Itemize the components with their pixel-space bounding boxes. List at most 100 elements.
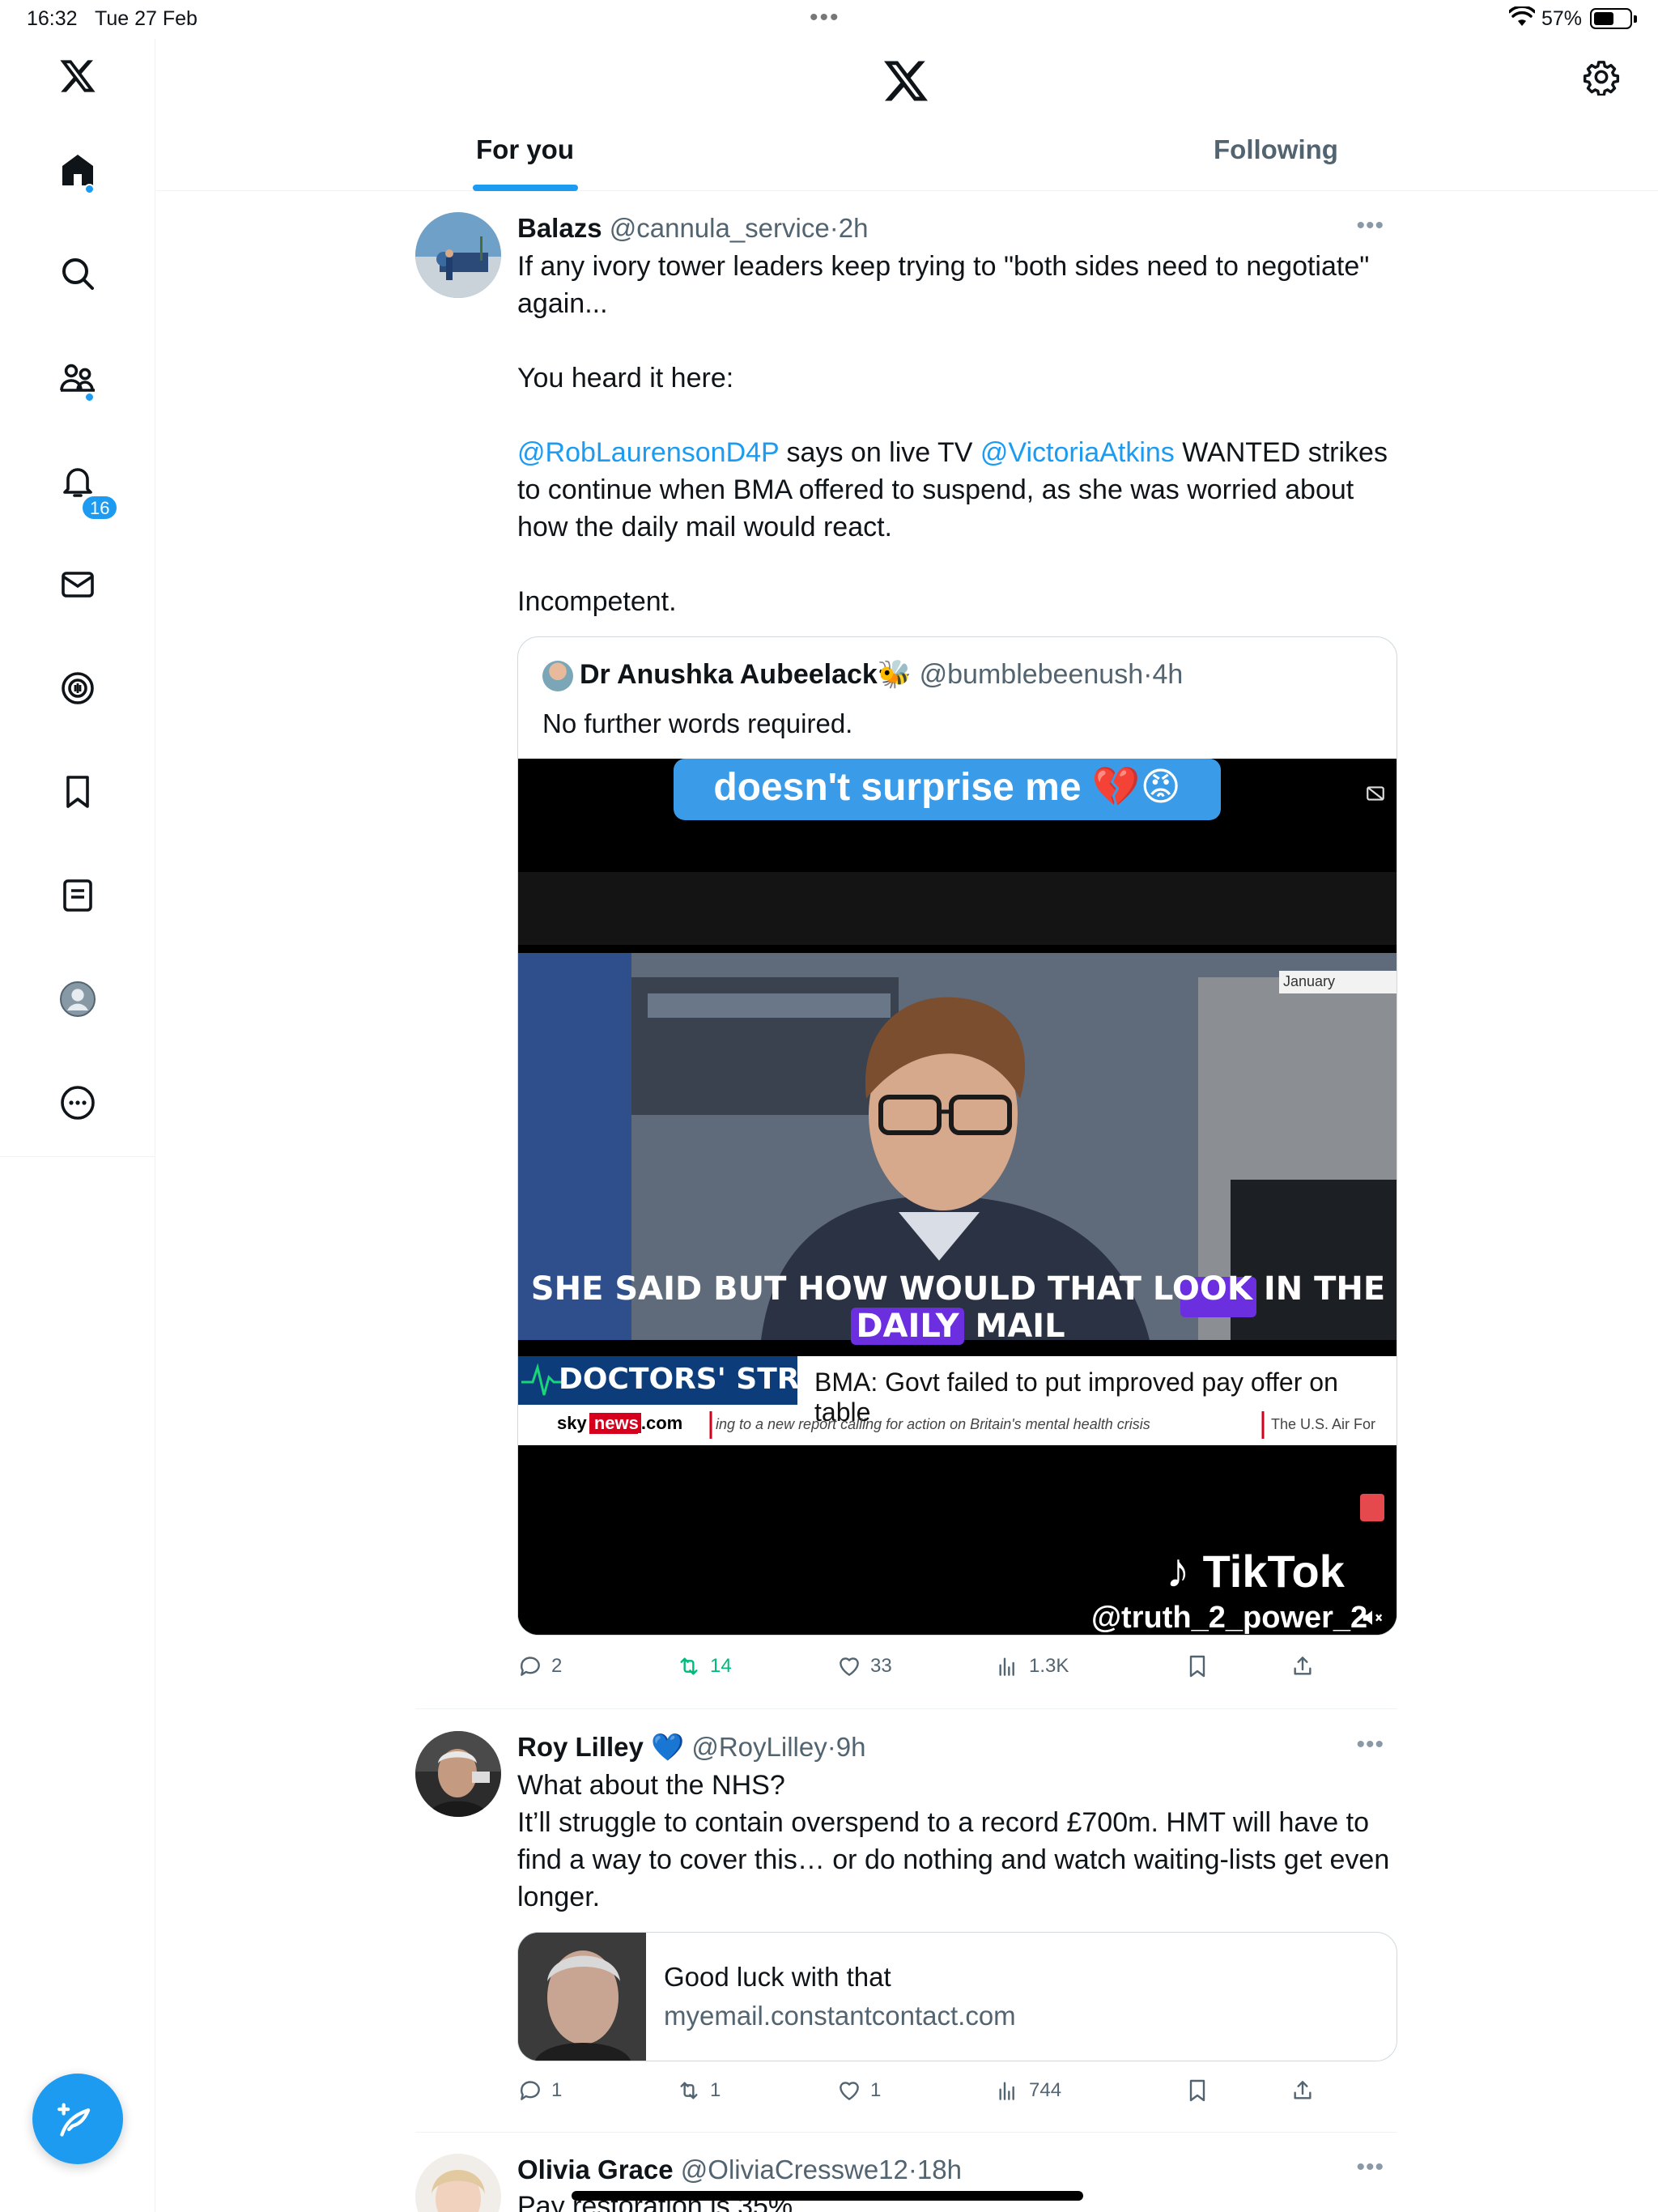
tab-for-you[interactable]: For you: [476, 134, 574, 165]
retweet-count: 14: [710, 1655, 732, 1677]
tweet[interactable]: Roy Lilley 💙 @RoyLilley·9h ••• What abou…: [415, 1731, 1397, 2120]
video-player[interactable]: doesn't surprise me 💔😡 January SHE SAID …: [518, 759, 1397, 1635]
author-handle[interactable]: @RoyLilley: [691, 1732, 827, 1762]
heart-icon: [840, 2082, 859, 2100]
fullscreen-icon[interactable]: [1365, 783, 1386, 804]
tweet[interactable]: Olivia Grace @OliviaCresswe12·18h ••• Pa…: [415, 2154, 1397, 2212]
like-button[interactable]: 1: [836, 2078, 881, 2104]
like-count: 1: [870, 2079, 882, 2101]
status-bar: 16:32 Tue 27 Feb ••• 57%: [0, 0, 1658, 39]
tweet-body: Olivia Grace @OliviaCresswe12·18h ••• Pa…: [517, 2154, 1397, 2212]
mention-link[interactable]: @VictoriaAtkins: [980, 437, 1175, 468]
author-handle[interactable]: @OliviaCresswe12: [681, 2155, 908, 2184]
multitasking-dots-icon[interactable]: •••: [810, 4, 840, 32]
x-logo-icon[interactable]: [45, 44, 110, 108]
views-button[interactable]: 1.3K: [995, 1653, 1069, 1679]
more-options-icon[interactable]: •••: [1356, 212, 1384, 240]
avatar[interactable]: [415, 1731, 501, 1817]
quoted-avatar[interactable]: [542, 661, 573, 692]
quoted-author-handle[interactable]: @bumblebeenush: [920, 659, 1143, 690]
tab-following[interactable]: Following: [1214, 134, 1338, 165]
like-button[interactable]: 33: [836, 1653, 892, 1679]
views-button[interactable]: 744: [995, 2078, 1061, 2104]
notifications-badge: 16: [81, 495, 119, 521]
avatar[interactable]: [415, 2154, 501, 2212]
profile-icon: [60, 981, 96, 1017]
quoted-tweet-header: Dr Anushka Aubeelack🐝 @bumblebeenush·4h: [542, 658, 1183, 692]
more-options-icon[interactable]: •••: [1356, 1731, 1384, 1759]
video-lower-third-text: MAIL: [963, 1308, 1065, 1345]
retweet-count: 1: [710, 2079, 721, 2101]
reply-button[interactable]: 2: [517, 1653, 562, 1679]
tiktok-watermark: ♪ TikTok: [1166, 1542, 1345, 1598]
quoted-author-name[interactable]: Dr Anushka Aubeelack🐝: [580, 659, 912, 690]
gear-icon[interactable]: [1583, 58, 1620, 96]
bookmark-icon: [66, 776, 89, 808]
timeline-header: For you Following: [156, 39, 1658, 191]
sidebar-item-lists[interactable]: [45, 863, 110, 928]
tweet-text-line: find a way to cover this… or do nothing …: [517, 1844, 1390, 1875]
separator: ·: [827, 1732, 836, 1762]
x-logo-icon[interactable]: [882, 57, 930, 105]
share-button[interactable]: [1290, 1653, 1316, 1679]
bookmark-icon: [1189, 1655, 1205, 1678]
reply-button[interactable]: 1: [517, 2078, 562, 2104]
tweet-text-line: longer.: [517, 1882, 601, 1912]
bookmark-button[interactable]: [1184, 2078, 1210, 2104]
retweet-button[interactable]: 14: [676, 1653, 732, 1679]
tweet-text-line: What about the NHS?: [517, 1770, 785, 1801]
sidebar-item-spaces[interactable]: [45, 656, 110, 721]
sidebar-item-explore[interactable]: [45, 241, 110, 306]
more-circle-icon: [61, 1086, 95, 1120]
tweet-time[interactable]: 18h: [917, 2155, 962, 2184]
sidebar-item-home[interactable]: [45, 138, 110, 202]
tweet-body: Roy Lilley 💙 @RoyLilley·9h ••• What abou…: [517, 1731, 1397, 1916]
quoted-tweet[interactable]: Dr Anushka Aubeelack🐝 @bumblebeenush·4h …: [517, 636, 1397, 1636]
tweet-divider: [415, 2132, 1397, 2133]
tweet-text-line: It’ll struggle to contain overspend to a…: [517, 1807, 1370, 1838]
sidebar: 16: [0, 39, 155, 2212]
home-indicator[interactable]: [572, 2191, 1083, 2201]
tweet-header: Balazs @cannula_service·2h: [517, 212, 1397, 245]
sidebar-item-bookmarks[interactable]: [45, 759, 110, 824]
video-lower-third-highlight: DAILY: [851, 1308, 964, 1345]
video-caption-top: doesn't surprise me 💔😡: [713, 766, 1181, 809]
retweet-button[interactable]: 1: [676, 2078, 721, 2104]
sidebar-item-more[interactable]: [45, 1070, 110, 1135]
video-ticker-next: The U.S. Air For: [1271, 1416, 1376, 1432]
sidebar-item-messages[interactable]: [45, 552, 110, 617]
compose-button[interactable]: [32, 2074, 123, 2164]
search-icon: [62, 258, 94, 290]
tweet[interactable]: Balazs @cannula_service·2h ••• If any iv…: [415, 212, 1397, 1678]
link-card[interactable]: Good luck with that myemail.constantcont…: [517, 1932, 1397, 2061]
reply-count: 2: [551, 1655, 563, 1677]
tweet-text-line: again...: [517, 288, 608, 319]
active-tab-indicator: [473, 185, 578, 191]
avatar[interactable]: [415, 212, 501, 298]
view-count: 744: [1029, 2079, 1062, 2101]
tweet-time[interactable]: 9h: [836, 1732, 866, 1762]
tweet-text-line: how the daily mail would react.: [517, 512, 893, 542]
mention-link[interactable]: @RobLaurensonD4P: [517, 437, 779, 468]
heart-icon: [840, 1657, 859, 1676]
link-card-image: [518, 1933, 646, 2061]
author-name[interactable]: Balazs: [517, 213, 602, 243]
mute-icon[interactable]: [1360, 1606, 1384, 1630]
share-button[interactable]: [1290, 2078, 1316, 2104]
sidebar-item-profile[interactable]: [45, 967, 110, 1032]
author-name[interactable]: Roy Lilley: [517, 1732, 644, 1762]
sidebar-item-communities[interactable]: [45, 345, 110, 410]
tweet-actions: 1 1 1 744: [517, 2078, 1397, 2116]
share-icon: [1294, 2081, 1312, 2099]
tweet-time[interactable]: 2h: [839, 213, 869, 243]
list-icon: [63, 879, 92, 912]
author-name[interactable]: Olivia Grace: [517, 2155, 674, 2184]
like-count: 33: [870, 1655, 892, 1677]
bookmark-button[interactable]: [1184, 1653, 1210, 1679]
more-options-icon[interactable]: •••: [1356, 2154, 1384, 2181]
views-icon: [999, 1657, 1014, 1676]
tweet-text-line: @RobLaurensonD4P says on live TV @Victor…: [517, 434, 1397, 471]
reply-icon: [521, 1657, 540, 1676]
link-card-domain: myemail.constantcontact.com: [664, 2001, 1016, 2031]
author-handle[interactable]: @cannula_service: [610, 213, 830, 243]
